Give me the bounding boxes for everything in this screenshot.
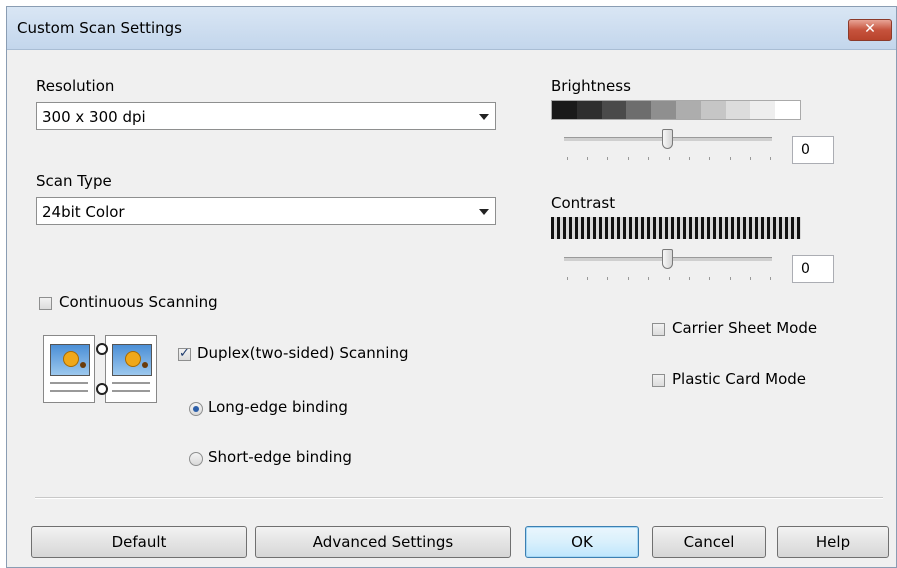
- contrast-value-field[interactable]: 0: [792, 255, 834, 283]
- duplex-scanning-checkbox[interactable]: [178, 346, 191, 361]
- contrast-slider-thumb[interactable]: [662, 249, 673, 269]
- continuous-scanning-label[interactable]: Continuous Scanning: [59, 293, 218, 311]
- contrast-label: Contrast: [551, 194, 616, 212]
- plastic-card-mode-checkbox[interactable]: [652, 374, 665, 387]
- contrast-value: 0: [801, 261, 810, 277]
- contrast-ticks: [567, 277, 771, 281]
- help-button[interactable]: Help: [777, 526, 889, 558]
- cancel-button[interactable]: Cancel: [652, 526, 766, 558]
- custom-scan-settings-dialog: Custom Scan Settings ✕ Resolution 300 x …: [6, 6, 897, 568]
- brightness-slider-thumb[interactable]: [662, 129, 673, 149]
- brightness-scale: [551, 100, 801, 120]
- scan-type-label: Scan Type: [36, 172, 112, 190]
- contrast-scale: [551, 217, 801, 239]
- brightness-value-field[interactable]: 0: [792, 136, 834, 164]
- brightness-value: 0: [801, 142, 810, 158]
- brightness-label: Brightness: [551, 77, 631, 95]
- chevron-down-icon: [479, 114, 489, 120]
- chevron-down-icon: [479, 209, 489, 215]
- resolution-dropdown[interactable]: 300 x 300 dpi: [36, 102, 496, 130]
- close-icon: ✕: [864, 21, 876, 37]
- short-edge-binding-radio[interactable]: [189, 452, 203, 466]
- scan-type-value: 24bit Color: [42, 203, 125, 221]
- long-edge-binding-radio[interactable]: [189, 402, 203, 416]
- resolution-value: 300 x 300 dpi: [42, 108, 146, 126]
- carrier-sheet-mode-label[interactable]: Carrier Sheet Mode: [672, 319, 817, 337]
- continuous-scanning-checkbox[interactable]: [39, 297, 52, 310]
- scan-type-dropdown[interactable]: 24bit Color: [36, 197, 496, 225]
- carrier-sheet-mode-checkbox[interactable]: [652, 323, 665, 336]
- plastic-card-mode-label[interactable]: Plastic Card Mode: [672, 370, 806, 388]
- ok-button[interactable]: OK: [525, 526, 639, 558]
- brightness-ticks: [567, 157, 771, 161]
- long-edge-binding-label[interactable]: Long-edge binding: [208, 398, 348, 416]
- default-button[interactable]: Default: [31, 526, 247, 558]
- close-button[interactable]: ✕: [848, 19, 892, 41]
- separator: [35, 497, 883, 499]
- advanced-settings-button[interactable]: Advanced Settings: [255, 526, 511, 558]
- title-bar[interactable]: Custom Scan Settings ✕: [7, 7, 896, 50]
- resolution-label: Resolution: [36, 77, 115, 95]
- window-title: Custom Scan Settings: [17, 19, 182, 37]
- duplex-pages-icon: [43, 335, 159, 405]
- duplex-scanning-label[interactable]: Duplex(two-sided) Scanning: [197, 344, 409, 362]
- short-edge-binding-label[interactable]: Short-edge binding: [208, 448, 352, 466]
